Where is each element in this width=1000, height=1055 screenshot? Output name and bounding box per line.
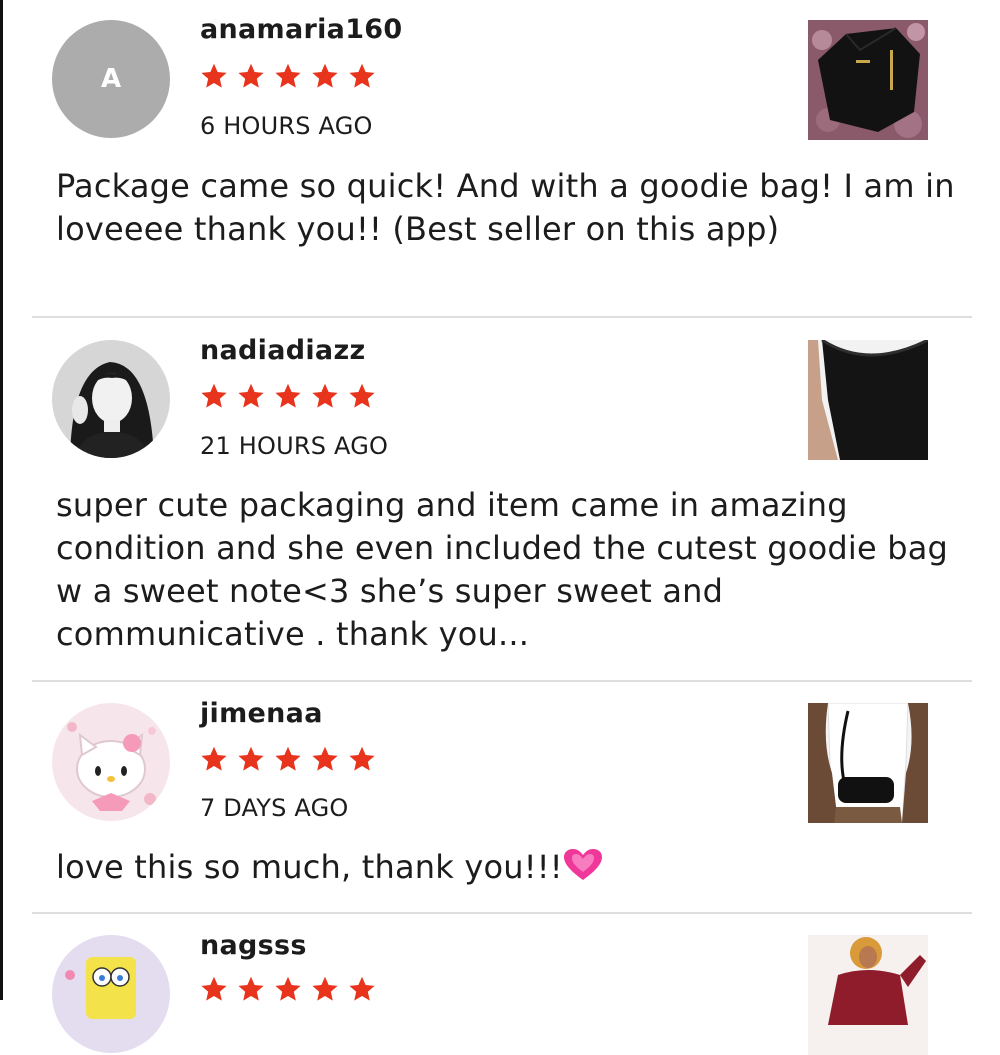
star-icon [201,976,227,1001]
star-rating [200,62,376,90]
star-rating [200,975,376,1003]
star-icon [312,383,338,408]
star-icon [349,746,375,771]
profile-photo [52,340,170,458]
black-hoodie-photo [808,20,928,140]
review-text: super cute packaging and item came in am… [56,486,949,653]
review-timestamp: 21 HOURS AGO [200,432,389,460]
star-icon [275,976,301,1001]
review-text: Package came so quick! And with a goodie… [56,167,955,248]
reviewer-username[interactable]: nadiadiazz [200,335,365,366]
star-icon [238,63,264,88]
reviewer-username[interactable]: jimenaa [200,698,323,729]
star-icon [275,63,301,88]
star-icon [312,746,338,771]
review-divider [32,912,972,914]
spongebob-avatar [52,935,170,1053]
window-edge [0,0,3,1000]
review-text-content: love this so much, thank you!!! [56,848,563,886]
avatar[interactable]: A [52,20,170,138]
star-icon [201,63,227,88]
review-timestamp: 6 HOURS AGO [200,112,373,140]
product-thumbnail[interactable] [808,703,928,823]
star-icon [349,63,375,88]
review-text: love this so much, thank you!!! [56,846,956,889]
star-icon [349,383,375,408]
star-icon [349,976,375,1001]
black-leggings-photo [808,340,928,460]
reviewer-username[interactable]: anamaria160 [200,14,402,45]
hello-kitty-avatar [52,703,170,821]
product-thumbnail[interactable] [808,20,928,140]
star-rating [200,745,376,773]
star-icon [275,746,301,771]
star-icon [312,976,338,1001]
star-icon [201,383,227,408]
star-icon [201,746,227,771]
avatar[interactable] [52,340,170,458]
star-icon [312,63,338,88]
growing-heart-icon [563,849,602,880]
star-icon [275,383,301,408]
black-shoulder-bag-photo [808,703,928,823]
avatar[interactable] [52,703,170,821]
review-divider [32,316,972,318]
star-icon [238,746,264,771]
product-thumbnail[interactable] [808,935,928,1055]
avatar-letter: A [100,64,122,94]
avatar[interactable] [52,935,170,1053]
review-timestamp: 7 DAYS AGO [200,794,349,822]
star-icon [238,976,264,1001]
star-rating [200,382,376,410]
review-divider [32,680,972,682]
red-top-photo [808,935,928,1055]
product-thumbnail[interactable] [808,340,928,460]
star-icon [238,383,264,408]
reviewer-username[interactable]: nagsss [200,930,307,961]
